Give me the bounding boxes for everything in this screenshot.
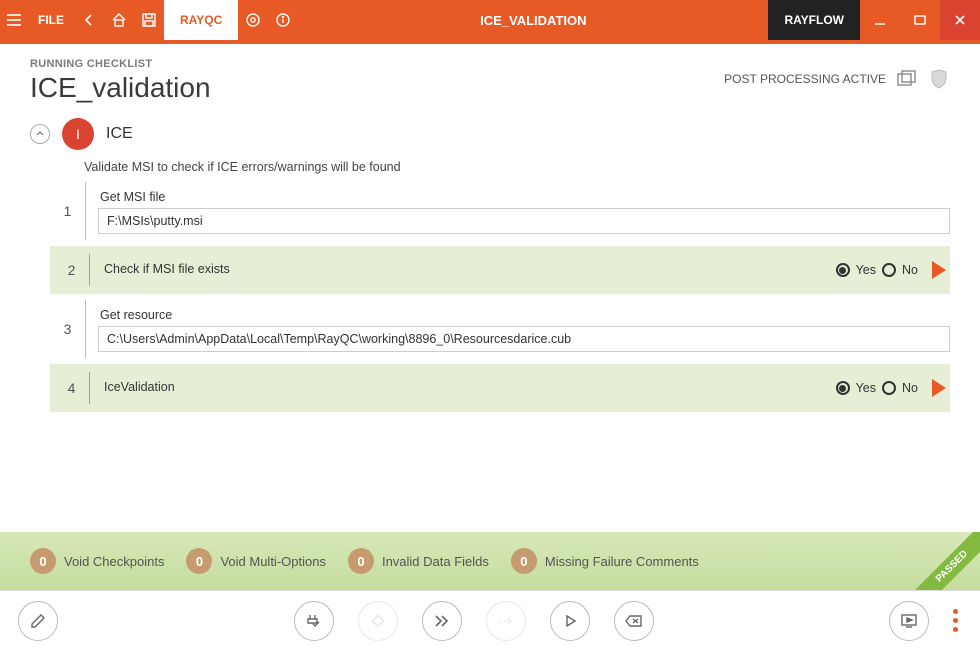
summary-label: Missing Failure Comments [545,554,699,569]
section-title: ICE [106,125,133,143]
msi-file-input[interactable] [98,208,950,234]
yes-label: Yes [856,263,876,277]
running-label: RUNNING CHECKLIST [30,58,211,70]
summary-label: Invalid Data Fields [382,554,489,569]
count-badge: 0 [348,548,374,574]
resource-path-input[interactable] [98,326,950,352]
nav-back-button[interactable] [74,0,104,40]
steps-list: 1 Get MSI file 2 Check if MSI file exist… [50,182,950,412]
window-controls [860,0,980,40]
windows-icon[interactable] [896,68,918,90]
arrow-right-button [486,601,526,641]
step-3: 3 Get resource [50,300,950,358]
hamburger-icon[interactable] [0,0,28,40]
diamond-button [358,601,398,641]
file-menu[interactable]: FILE [28,13,74,27]
section-ice: I ICE Validate MSI to check if ICE error… [0,112,980,412]
step-label: Check if MSI file exists [102,260,836,280]
step-label: Get resource [98,306,950,326]
play-button[interactable] [550,601,590,641]
step-label: Get MSI file [98,188,950,208]
step-number: 2 [54,254,90,286]
count-badge: 0 [30,548,56,574]
skip-forward-button[interactable] [422,601,462,641]
yes-label: Yes [856,381,876,395]
home-button[interactable] [104,0,134,40]
yes-no-group: Yes No [836,381,918,395]
section-description: Validate MSI to check if ICE errors/warn… [84,160,950,174]
radio-no[interactable] [882,263,896,277]
step-number: 4 [54,372,90,404]
window-title: ICE_VALIDATION [298,0,768,40]
step-1: 1 Get MSI file [50,182,950,240]
radio-yes[interactable] [836,263,850,277]
clear-button[interactable] [614,601,654,641]
no-label: No [902,263,918,277]
count-badge: 0 [511,548,537,574]
summary-label: Void Checkpoints [64,554,164,569]
collapse-toggle[interactable] [30,124,50,144]
rayflow-button[interactable]: RAYFLOW [768,0,860,40]
page-title: ICE_validation [30,72,211,104]
run-step-button[interactable] [932,379,946,397]
summary-invalid-data-fields: 0 Invalid Data Fields [348,548,489,574]
shield-icon[interactable] [928,68,950,90]
close-button[interactable] [940,0,980,40]
passed-ribbon: PASSED [903,532,980,590]
page-header: RUNNING CHECKLIST ICE_validation POST PR… [0,44,980,112]
edit-button[interactable] [18,601,58,641]
summary-missing-failure-comments: 0 Missing Failure Comments [511,548,699,574]
step-number: 3 [50,300,86,358]
plugin-check-button[interactable] [294,601,334,641]
titlebar-left: FILE [0,0,164,40]
step-number: 1 [50,182,86,240]
yes-no-group: Yes No [836,263,918,277]
summary-void-checkpoints: 0 Void Checkpoints [30,548,164,574]
count-badge: 0 [186,548,212,574]
presentation-button[interactable] [889,601,929,641]
summary-label: Void Multi-Options [220,554,326,569]
run-step-button[interactable] [932,261,946,279]
save-button[interactable] [134,0,164,40]
tab-rayqc[interactable]: RAYQC [164,0,238,40]
summary-bar: 0 Void Checkpoints 0 Void Multi-Options … [0,532,980,590]
titlebar: FILE RAYQC ICE_VALIDATION RAYFLOW [0,0,980,40]
info-button[interactable] [268,0,298,40]
step-4: 4 IceValidation Yes No [50,364,950,412]
post-processing-status: POST PROCESSING ACTIVE [724,72,886,86]
radio-no[interactable] [882,381,896,395]
summary-void-multi-options: 0 Void Multi-Options [186,548,326,574]
no-label: No [902,381,918,395]
maximize-button[interactable] [900,0,940,40]
section-badge: I [62,118,94,150]
minimize-button[interactable] [860,0,900,40]
radio-yes[interactable] [836,381,850,395]
step-label: IceValidation [102,378,836,398]
settings-button[interactable] [238,0,268,40]
bottom-toolbar [0,590,980,650]
step-2: 2 Check if MSI file exists Yes No [50,246,950,294]
more-menu[interactable] [949,605,962,636]
